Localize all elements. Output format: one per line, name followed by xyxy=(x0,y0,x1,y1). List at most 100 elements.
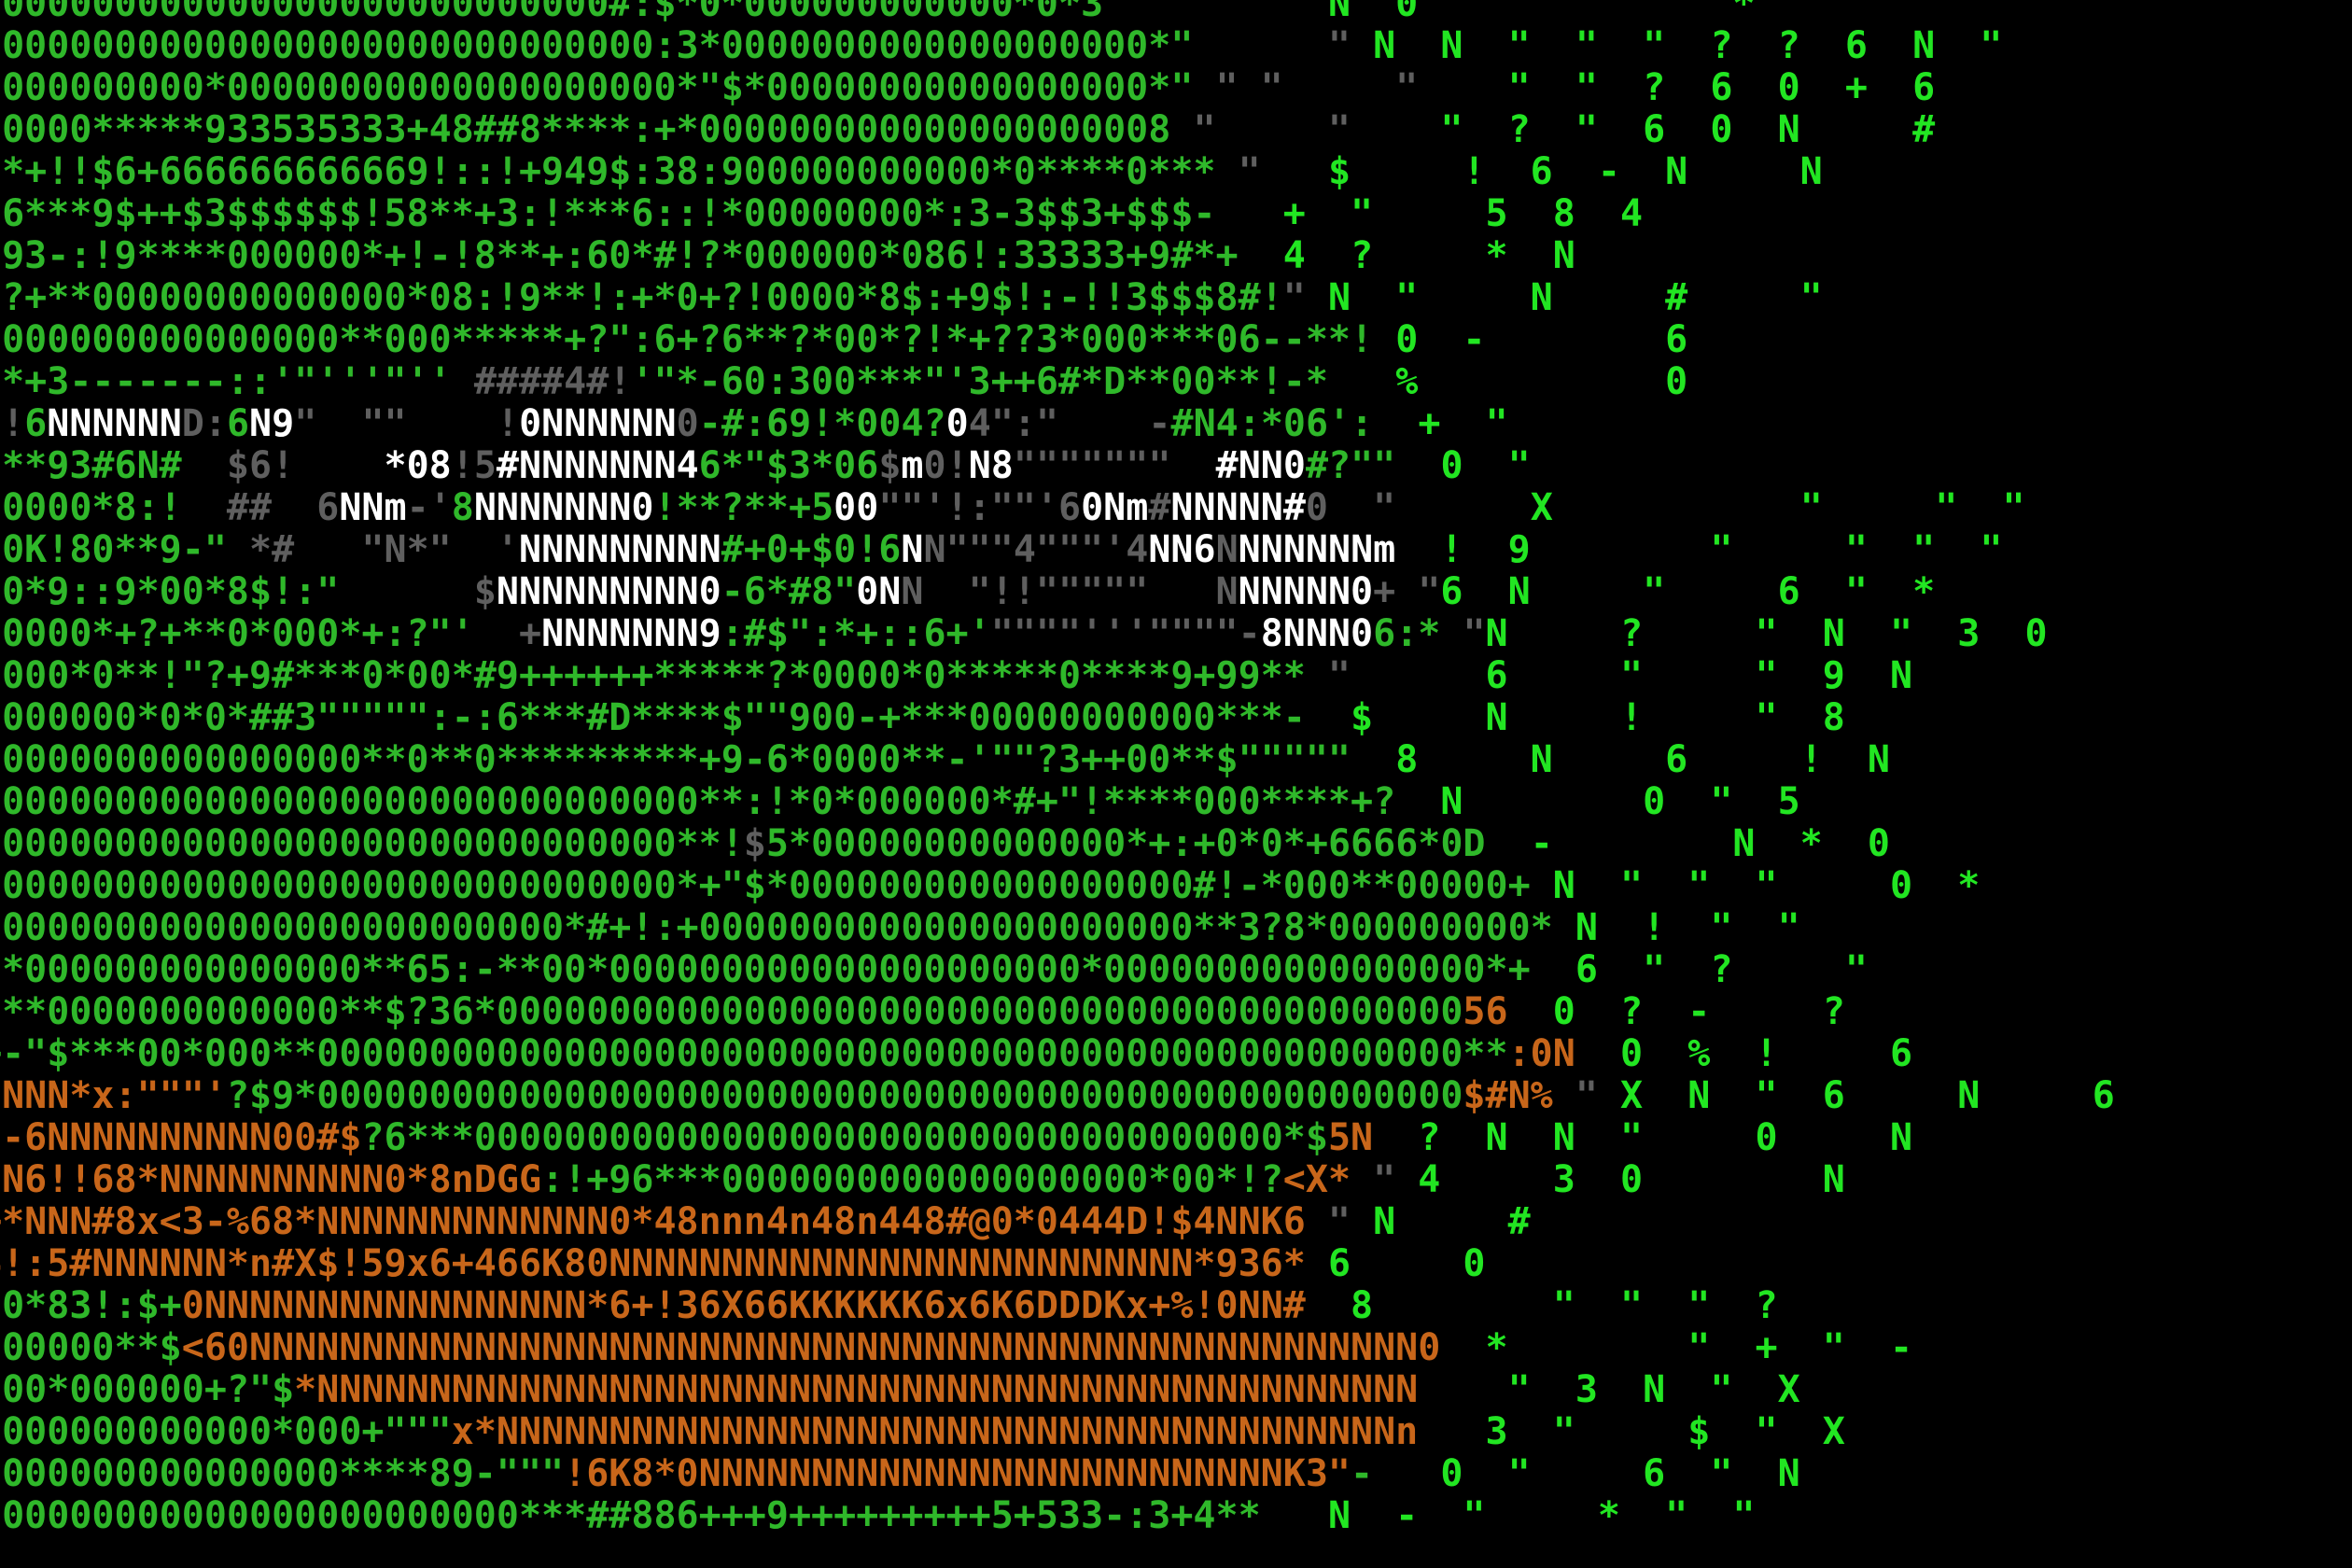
ascii-segment: NN6 xyxy=(1148,528,1216,571)
ascii-row: 0000000000*00000000000000000000*"$*00000… xyxy=(0,67,1935,109)
ascii-segment xyxy=(1531,948,1575,991)
ascii-row: 0000000000000000000000000000000**!$5*000… xyxy=(0,823,1890,865)
ascii-segment: 8 xyxy=(451,486,474,529)
ascii-segment: 6 " " 9 N xyxy=(1351,654,1913,697)
ascii-segment: 6 xyxy=(24,402,48,445)
ascii-segment: +-"$***00*000**0000000000000000000000000… xyxy=(0,1032,1508,1075)
ascii-segment: 0NNNNNN xyxy=(519,402,677,445)
ascii-row: 00000*****933535333+48##8****:+*00000000… xyxy=(0,109,1935,151)
ascii-segment: 4!:5#NNNNNN*n#X$!59x6+466K80NNNNNNNNNNNN… xyxy=(0,1242,1306,1285)
ascii-segment: " "" xyxy=(294,402,497,445)
ascii-segment: 0 " xyxy=(1440,444,1531,487)
ascii-segment: 000000**$ xyxy=(0,1326,182,1369)
ascii-row: 00000000000000000000000000000000**:!*0*0… xyxy=(0,781,1800,823)
ascii-segment: NNNNNNNNN xyxy=(518,528,721,571)
ascii-row: $!6NNNNNND:6N9" "" !0NNNNNN0-#:69!*004?0… xyxy=(0,403,1508,445)
ascii-row: 00K!80**9-" *# "N*" 'NNNNNNNNN#+0+$0!6NN… xyxy=(0,529,2002,571)
ascii-segment xyxy=(1373,1452,1440,1495)
ascii-segment: :#$":*+::6+' xyxy=(721,612,991,655)
ascii-segment: " xyxy=(1351,1158,1419,1201)
ascii-segment xyxy=(1239,234,1261,277)
ascii-segment: 8 N 6 ! N xyxy=(1395,738,1890,781)
ascii-segment: '"*-60:300***"'3++6#*D**00**!-* xyxy=(631,360,1328,403)
ascii-segment: * " + " - xyxy=(1485,1326,1913,1369)
ascii-segment: N ? " N " 3 0 xyxy=(1485,612,2048,655)
ascii-segment: 000*000000+?"$ xyxy=(0,1368,295,1411)
ascii-segment: 0 " xyxy=(1305,486,1531,529)
ascii-segment: 0000000000000000000000000000#:$*0*000000… xyxy=(0,0,1127,25)
ascii-segment: N - " * " " xyxy=(1327,1494,1756,1537)
ascii-segment: 00000*+?+**0*000*+:?"' xyxy=(0,612,474,655)
ascii-segment: NNNN*x:"""' xyxy=(0,1074,227,1117)
ascii-segment xyxy=(1418,1410,1485,1453)
ascii-segment: -6*#8" xyxy=(721,570,857,613)
ascii-segment: -' xyxy=(406,486,452,529)
ascii-segment xyxy=(1575,1032,1620,1075)
ascii-row: 0000000000000000000000000000000*+"$*0000… xyxy=(0,865,1980,907)
ascii-segment: 0**93#6N# xyxy=(0,444,182,487)
ascii-segment: 4 3 0 N xyxy=(1418,1158,1845,1201)
ascii-segment: 000000000000000000000000***##886+++9++++… xyxy=(0,1494,1261,1537)
ascii-segment: #NNNNNNN4 xyxy=(496,444,699,487)
ascii-segment: - xyxy=(1351,1452,1374,1495)
ascii-segment: NNNNNNm xyxy=(1238,528,1396,571)
ascii-segment: #+0+$0!6 xyxy=(721,528,902,571)
ascii-segment: *# "N*" ' xyxy=(226,528,519,571)
ascii-segment: $ xyxy=(743,822,766,865)
ascii-segment: N 0 " 5 xyxy=(1440,780,1800,823)
ascii-segment: X N " 6 N 6 xyxy=(1620,1074,2115,1117)
ascii-segment: " 3 N " X xyxy=(1507,1368,1800,1411)
ascii-row: 00000000000000000000000000*#+!:+00000000… xyxy=(0,907,1800,949)
ascii-segment: 6*"$3*06 xyxy=(698,444,879,487)
ascii-segment: 0 xyxy=(945,402,969,445)
ascii-segment: N " " " 0 * xyxy=(1552,864,1981,907)
ascii-segment: N N " " " ? ? 6 N " xyxy=(1373,24,2003,67)
ascii-segment: ####4#! xyxy=(473,360,632,403)
ascii-segment: x*NNNNNNNNNNNNNNNNNNNNNNNNNNNNNNNNNNNNNN… xyxy=(451,1410,1419,1453)
ascii-segment xyxy=(1440,1326,1485,1369)
ascii-segment: 8 " " " ? xyxy=(1351,1284,1778,1327)
ascii-segment: " xyxy=(1193,24,1374,67)
ascii-segment: -#:69!*004? xyxy=(698,402,946,445)
ascii-row: 4!:5#NNNNNN*n#X$!59x6+466K80NNNNNNNNNNNN… xyxy=(0,1243,1486,1285)
ascii-segment: 0NNNNNNNNNNNNNNNNN*6+!36X66KKKKKK6x6K6DD… xyxy=(181,1284,1306,1327)
ascii-segment xyxy=(1328,360,1395,403)
ascii-segment xyxy=(1216,192,1261,235)
ascii-segment: N "!!""""" N xyxy=(901,570,1239,613)
ascii-segment: 6 xyxy=(226,402,250,445)
ascii-segment: 0000000*0*0*##3""""":-:6***#D****$""900-… xyxy=(0,696,1306,739)
ascii-segment: 5*00000000000000*+:+0*0*+6666*0D xyxy=(765,822,1486,865)
ascii-segment: $ ! 6 - N N xyxy=(1327,150,1823,193)
ascii-segment: 0000000000000*000+""" xyxy=(0,1410,452,1453)
ascii-segment: % 0 xyxy=(1395,360,1688,403)
ascii-segment: 4 ? * N xyxy=(1260,234,1575,277)
ascii-segment: 8NNN0 xyxy=(1260,612,1374,655)
ascii-segment: 3 " $ " X xyxy=(1485,1410,1845,1453)
ascii-segment: """"""" xyxy=(1013,444,1216,487)
ascii-row: 000000000000000000000000***##886+++9++++… xyxy=(0,1495,1756,1537)
ascii-segment: #N4:*06': xyxy=(1170,402,1374,445)
ascii-segment: NNNNN0 xyxy=(1238,570,1374,613)
ascii-segment: 00000000000000000**0**0*********+9-6*000… xyxy=(0,738,1351,781)
ascii-segment: N 0 " " " " * " xyxy=(1327,0,1823,25)
ascii-segment: 00000000000000000000000000*#+!:+00000000… xyxy=(0,906,1553,949)
ascii-art-screen: 0000000000000000000000000000#:$*0*000000… xyxy=(0,0,2352,1568)
ascii-segment xyxy=(1395,528,1440,571)
ascii-segment: 4":" - xyxy=(968,402,1171,445)
ascii-segment: *08 xyxy=(384,444,452,487)
ascii-segment: **000000000000000**65:-**00*000000000000… xyxy=(0,948,1531,991)
ascii-row: +*NNN#8x<3-%68*NNNNNNNNNNNNN0*48nnn4n48n… xyxy=(0,1201,1531,1243)
ascii-segment: 0! xyxy=(923,444,969,487)
ascii-segment: <X* xyxy=(1282,1158,1351,1201)
ascii-segment: NN6!!68*NNNNNNNNNN0*8nDGG xyxy=(0,1158,542,1201)
ascii-segment: <60NNNNNNNNNNNNNNNNNNNNNNNNNNNNNNNNNNNNN… xyxy=(181,1326,1441,1369)
ascii-segment xyxy=(1508,990,1553,1033)
ascii-row: 0000000000000000****89-"""!6K8*0NNNNNNNN… xyxy=(0,1453,1800,1495)
ascii-segment: $ N ! " 8 xyxy=(1351,696,1845,739)
ascii-segment: X " " " xyxy=(1530,486,2025,529)
ascii-segment: 5N xyxy=(1327,1116,1374,1159)
ascii-segment: !000000000000000**000*****+?":6+?6**?*00… xyxy=(0,318,1374,361)
ascii-segment: :!+96***0000000000000000000*00*!? xyxy=(541,1158,1283,1201)
ascii-segment: ! xyxy=(496,402,520,445)
ascii-segment: + " xyxy=(1373,570,1441,613)
